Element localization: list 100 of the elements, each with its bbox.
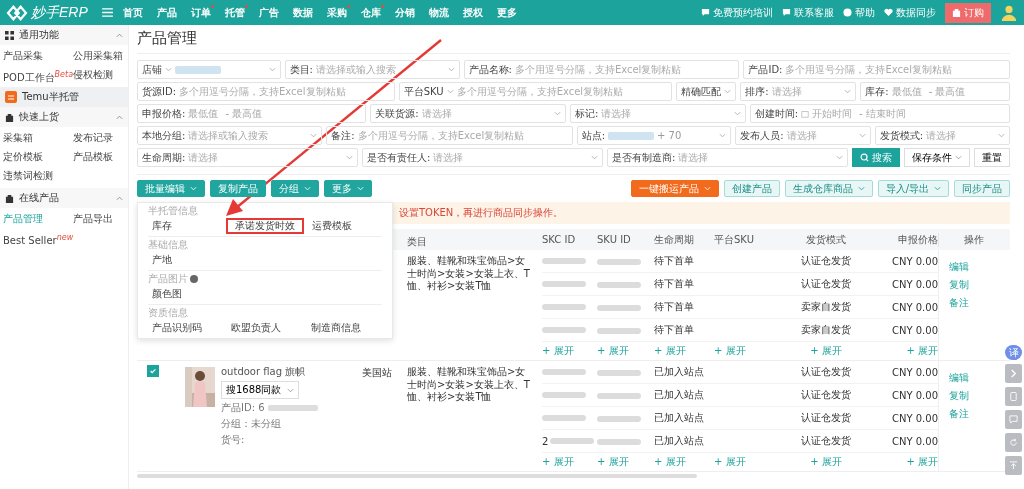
input-field[interactable]: 请选择 [771, 86, 806, 97]
action-button[interactable]: 同步产品 [954, 180, 1010, 197]
sidebar-item[interactable]: 定价模板 [3, 148, 73, 165]
redacted-id [542, 281, 586, 287]
chevron-icon[interactable] [116, 32, 123, 38]
table-cell: 待下首单 [654, 278, 694, 289]
input-field[interactable]: 请选择或输入搜索 [188, 130, 273, 141]
filter-field[interactable]: 库存: 最低值 - 最高值 [860, 82, 1010, 101]
menu-item[interactable]: 颜色图 [148, 286, 226, 302]
chat-button[interactable] [1005, 410, 1022, 429]
filter-field[interactable]: 申报价格: 最低值 - 最高值 [137, 104, 367, 123]
menu-item[interactable]: 欧盟负责人 [227, 320, 303, 336]
menu-item[interactable]: 产地 [148, 252, 226, 268]
filter-button[interactable]: 重置 [974, 148, 1010, 167]
action-button[interactable]: 创建产品 [723, 180, 780, 197]
input-field[interactable]: 结束时间 [865, 108, 910, 119]
filter-field[interactable]: 发布人员: 请选择 [735, 126, 871, 145]
chevron-button[interactable] [1005, 364, 1022, 383]
sidebar-section[interactable]: Temu半托管 [0, 87, 128, 107]
superscript-label: new [56, 233, 74, 242]
menu-item[interactable]: 承诺发货时效 [226, 218, 304, 234]
caret-icon [304, 186, 311, 191]
input-field[interactable]: 最高值 [935, 86, 970, 97]
input-field[interactable]: 多个用逗号分隔，支持Excel复制粘贴 [357, 130, 533, 141]
sidebar-item[interactable]: Best Seller$^{new}$ [3, 229, 73, 246]
search-similar-button[interactable]: 搜1688同款 [221, 381, 300, 399]
sidebar-item[interactable]: POD工作台$^{Beta}$ [3, 66, 73, 83]
sidebar-item[interactable]: 违禁词检测 [3, 167, 73, 184]
table-cell: 认证仓发货 [801, 366, 851, 377]
input-field[interactable]: 请选择 [188, 152, 223, 163]
phone-button[interactable] [1005, 387, 1022, 406]
redacted-id [267, 405, 318, 411]
sidebar-item[interactable]: 采集箱 [3, 129, 73, 146]
sidebar-item[interactable]: 公用采集箱 [73, 47, 129, 64]
product-title[interactable]: outdoor flag 旗帜 [221, 365, 306, 379]
horizontal-scrollbar[interactable] [137, 474, 697, 478]
filter-field[interactable]: 本地分组: 请选择或输入搜索 [137, 126, 323, 145]
filter-button[interactable]: 保存条件 [904, 148, 970, 167]
filter-field[interactable]: 创建时间: 开始时间 - 结束时间 [749, 104, 1011, 123]
refresh-button[interactable] [1005, 433, 1022, 452]
checkbox[interactable] [147, 365, 159, 377]
filter-field[interactable]: 关联货源: 请选择 [370, 104, 566, 123]
input-field[interactable]: 多个用逗号分隔，支持Excel复制粘贴 [456, 86, 632, 97]
action-button[interactable]: 导入/导出 [877, 180, 949, 197]
table-cell: CNY 0.00 [892, 255, 938, 267]
menu-icon[interactable] [102, 8, 113, 17]
input-field[interactable]: 请选择 [786, 130, 821, 141]
filter-field[interactable]: 类目: 请选择或输入搜索 [284, 60, 460, 79]
column-header: 操作 [938, 232, 998, 247]
action-button[interactable]: 生成仓库商品 [784, 180, 873, 197]
input-field[interactable]: 最低值 [188, 108, 223, 119]
filter-field[interactable]: 平台SKU 多个用逗号分隔，支持Excel复制粘贴 [398, 82, 673, 101]
avatar-icon[interactable] [1000, 3, 1018, 22]
notice-text: 设置TOKEN，再进行商品同步操作。 [399, 206, 564, 220]
column-header: 生命周期 [654, 232, 695, 247]
menu-item[interactable]: 制造商信息 [306, 320, 382, 336]
filter-field[interactable]: 排序: 请选择 [740, 82, 857, 101]
filter-field[interactable]: 产品名称: 多个用逗号分隔，支持Excel复制粘贴 [463, 60, 740, 79]
input-field[interactable]: 多个用逗号分隔，支持Excel复制粘贴 [514, 64, 690, 75]
menu-item[interactable]: 库存 [148, 218, 223, 234]
filter-field[interactable]: 货源ID: 多个用逗号分隔，支持Excel复制粘贴 [137, 82, 395, 101]
input-field[interactable]: 多个用逗号分隔，支持Excel复制粘贴 [179, 86, 355, 97]
chevron-icon[interactable] [116, 195, 123, 201]
input-field[interactable]: 开始时间 [812, 108, 857, 119]
input-field[interactable]: 请选择 [421, 108, 456, 119]
input-field[interactable]: 请选择或输入搜索 [315, 64, 400, 75]
sidebar-section[interactable]: 快速上货 [0, 107, 128, 127]
input-field[interactable]: 多个用逗号分隔，支持Excel复制粘贴 [785, 64, 961, 75]
sidebar-section[interactable]: 在线产品 [0, 188, 128, 208]
filter-field[interactable]: 精确匹配 [676, 82, 737, 101]
filter-field[interactable]: 站点: + 70 [576, 126, 732, 145]
sidebar-item[interactable]: 发布记录 [73, 129, 129, 146]
input-field[interactable]: 请选择 [433, 152, 468, 163]
top-button[interactable] [1005, 456, 1022, 475]
filter-field[interactable]: 是否有制造商: 请选择 [607, 148, 848, 167]
caret-icon [310, 133, 318, 138]
table-cell-text: 服装、鞋靴和珠宝饰品>女士时尚>女装>女装上衣、T恤、衬衫>女装T恤 [407, 366, 531, 404]
filter-field[interactable]: 生命周期: 请选择 [137, 148, 358, 167]
filter-field[interactable]: 发货模式: 请选择 [874, 126, 1010, 145]
filter-field[interactable]: 是否有责任人: 请选择 [362, 148, 603, 167]
redacted-tag [175, 65, 221, 74]
chevron-icon[interactable] [116, 114, 123, 120]
input-field[interactable]: 最低值 [891, 86, 926, 97]
filter-field[interactable]: 产品ID: 多个用逗号分隔，支持Excel复制粘贴 [743, 60, 1011, 79]
menu-item[interactable]: 产品识别码 [148, 320, 224, 336]
input-field[interactable]: 请选择 [926, 130, 961, 141]
sidebar-item[interactable]: 产品采集 [3, 47, 73, 64]
menu-item[interactable]: 运费模板 [307, 218, 382, 234]
sidebar-item[interactable]: 侵权检测 [73, 66, 129, 83]
table-cell: CNY 0.00 [892, 435, 938, 447]
sidebar-item[interactable]: 产品模板 [73, 148, 129, 165]
sidebar-item[interactable]: 产品导出 [73, 210, 129, 227]
filter-field[interactable]: 标记: 请选择 [570, 104, 746, 123]
filter-field[interactable]: 备注: 多个用逗号分隔，支持Excel复制粘贴 [326, 126, 573, 145]
caret-icon [446, 89, 454, 94]
filter-field[interactable]: 店铺 [137, 60, 281, 79]
input-field[interactable]: 请选择 [678, 152, 713, 163]
input-field[interactable]: 请选择 [601, 108, 636, 119]
input-field[interactable]: 最高值 [232, 108, 266, 119]
sidebar-section[interactable]: 通用功能 [0, 25, 128, 45]
